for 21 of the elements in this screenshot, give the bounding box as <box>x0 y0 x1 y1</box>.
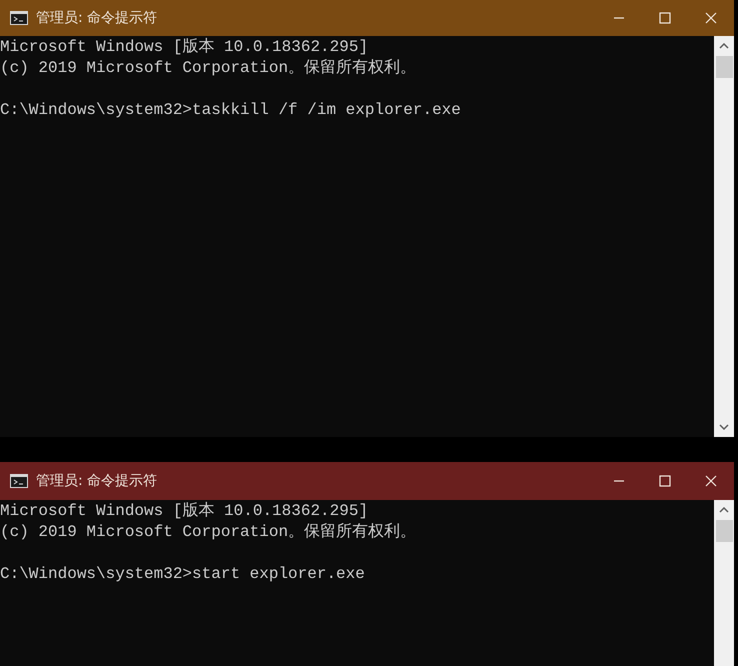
window-title: 管理员: 命令提示符 <box>36 472 158 490</box>
console-line: Microsoft Windows [版本 10.0.18362.295] <box>0 37 370 58</box>
terminal-icon <box>10 11 28 25</box>
caret-up-icon <box>719 43 729 49</box>
scrollbar[interactable] <box>714 36 734 437</box>
console-line: Microsoft Windows [版本 10.0.18362.295] <box>0 501 370 522</box>
close-icon <box>705 475 717 487</box>
scroll-thumb[interactable] <box>716 520 732 542</box>
console-line: (c) 2019 Microsoft Corporation。保留所有权利。 <box>0 522 418 543</box>
terminal-icon <box>10 474 28 488</box>
maximize-icon <box>659 475 671 487</box>
close-icon <box>705 12 717 24</box>
console-line: (c) 2019 Microsoft Corporation。保留所有权利。 <box>0 58 418 79</box>
console-line: C:\Windows\system32>taskkill /f /im explorer.exe <box>0 100 462 121</box>
maximize-icon <box>659 12 671 24</box>
scrollbar[interactable] <box>714 500 734 666</box>
window-title: 管理员: 命令提示符 <box>36 9 158 27</box>
caret-down-icon <box>719 424 729 430</box>
caret-up-icon <box>719 507 729 513</box>
console-line: C:\Windows\system32>start explorer.exe <box>0 564 366 585</box>
scroll-thumb[interactable] <box>716 56 732 78</box>
